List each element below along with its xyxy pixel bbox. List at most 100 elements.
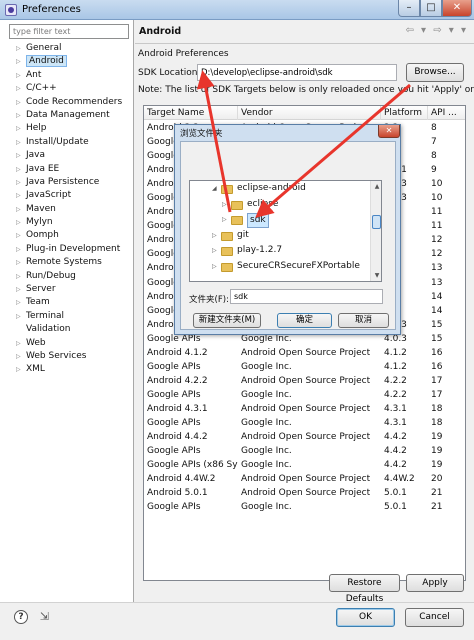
folder-expand-icon[interactable]: ◢ bbox=[212, 181, 217, 197]
help-icon[interactable]: ? bbox=[14, 610, 28, 624]
scroll-up-icon[interactable]: ▲ bbox=[371, 181, 381, 192]
folder-item[interactable]: ◢ eclipse-android bbox=[190, 181, 370, 197]
table-row[interactable]: Android 4.4W.2 Android Open Source Projec… bbox=[144, 472, 465, 486]
sidebar-item-javascript[interactable]: ▷ JavaScript bbox=[14, 189, 122, 202]
table-row[interactable]: Google APIs Google Inc. 4.3.1 18 bbox=[144, 416, 465, 430]
maximize-button[interactable]: □ bbox=[420, 0, 442, 17]
table-row[interactable]: Google APIs (x86 Sys...Google Inc. 4.4.2 1… bbox=[144, 458, 465, 472]
history-nav-icons[interactable]: ⇦ ▾ ⇨ ▾ ▾ bbox=[405, 25, 468, 36]
expand-arrow-icon[interactable]: ▷ bbox=[16, 296, 21, 309]
expand-arrow-icon[interactable]: ▷ bbox=[16, 163, 21, 176]
folder-expand-icon[interactable]: ▷ bbox=[222, 197, 227, 213]
restore-defaults-button[interactable]: Restore Defaults bbox=[329, 574, 400, 604]
sidebar-item-terminal[interactable]: ▷ Terminal bbox=[14, 310, 122, 323]
sdk-location-input[interactable] bbox=[197, 64, 397, 81]
table-row[interactable]: Google APIs Google Inc. 4.2.2 17 bbox=[144, 388, 465, 402]
minimize-button[interactable]: – bbox=[398, 0, 420, 17]
expand-arrow-icon[interactable]: ▷ bbox=[16, 69, 21, 82]
sidebar-item-mylyn[interactable]: ▷ Mylyn bbox=[14, 216, 122, 229]
expand-arrow-icon[interactable]: ▷ bbox=[16, 256, 21, 269]
close-button[interactable]: ✕ bbox=[442, 0, 472, 17]
folder-expand-icon[interactable]: ▷ bbox=[212, 243, 217, 259]
expand-arrow-icon[interactable]: ▷ bbox=[16, 122, 21, 135]
sidebar-item-help[interactable]: ▷ Help bbox=[14, 122, 122, 135]
ok-button[interactable]: OK bbox=[336, 608, 395, 627]
folder-tree[interactable]: ◢ eclipse-android ▷ eclipse ▷ sdk ▷ git ▷ play-1.… bbox=[189, 180, 382, 282]
folder-item[interactable]: ▷ sdk bbox=[190, 212, 370, 228]
column-api[interactable]: API ... bbox=[428, 106, 465, 120]
expand-arrow-icon[interactable]: ▷ bbox=[16, 82, 21, 95]
sidebar-item-server[interactable]: ▷ Server bbox=[14, 283, 122, 296]
sidebar-item-web-services[interactable]: ▷ Web Services bbox=[14, 350, 122, 363]
folder-item[interactable]: ▷ git bbox=[190, 228, 370, 244]
table-row[interactable]: Google APIs Google Inc. 4.1.2 16 bbox=[144, 360, 465, 374]
table-row[interactable]: Android 4.4.2 Android Open Source Project… bbox=[144, 430, 465, 444]
sidebar-item-team[interactable]: ▷ Team bbox=[14, 296, 122, 309]
sidebar-item-remote-systems[interactable]: ▷ Remote Systems bbox=[14, 256, 122, 269]
sidebar-item-validation[interactable]: Validation bbox=[14, 323, 122, 336]
dialog-close-button[interactable]: ✕ bbox=[378, 125, 400, 138]
sidebar-item-c-c-[interactable]: ▷ C/C++ bbox=[14, 82, 122, 95]
expand-arrow-icon[interactable]: ▷ bbox=[16, 176, 21, 189]
table-row[interactable]: Android 4.2.2 Android Open Source Project… bbox=[144, 374, 465, 388]
folder-input[interactable] bbox=[230, 289, 383, 304]
expand-arrow-icon[interactable]: ▷ bbox=[16, 363, 21, 376]
table-row[interactable]: Android 4.3.1 Android Open Source Project… bbox=[144, 402, 465, 416]
scroll-thumb[interactable] bbox=[372, 215, 381, 229]
expand-arrow-icon[interactable]: ▷ bbox=[16, 310, 21, 323]
sidebar-item-java-ee[interactable]: ▷ Java EE bbox=[14, 163, 122, 176]
sidebar-item-java-persistence[interactable]: ▷ Java Persistence bbox=[14, 176, 122, 189]
expand-arrow-icon[interactable]: ▷ bbox=[16, 216, 21, 229]
sidebar-item-xml[interactable]: ▷ XML bbox=[14, 363, 122, 376]
folder-expand-icon[interactable]: ▷ bbox=[212, 228, 217, 244]
sidebar-item-web[interactable]: ▷ Web bbox=[14, 337, 122, 350]
expand-arrow-icon[interactable]: ▷ bbox=[16, 229, 21, 242]
expand-arrow-icon[interactable]: ▷ bbox=[16, 350, 21, 363]
column-vendor[interactable]: Vendor bbox=[238, 106, 381, 120]
expand-arrow-icon[interactable]: ▷ bbox=[16, 55, 21, 68]
sidebar-item-oomph[interactable]: ▷ Oomph bbox=[14, 229, 122, 242]
expand-arrow-icon[interactable]: ▷ bbox=[16, 270, 21, 283]
folder-item[interactable]: ▷ play-1.2.7 bbox=[190, 243, 370, 259]
expand-arrow-icon[interactable]: ▷ bbox=[16, 42, 21, 55]
table-row[interactable]: Google APIs Google Inc. 4.4.2 19 bbox=[144, 444, 465, 458]
sidebar-item-plug-in-development[interactable]: ▷ Plug-in Development bbox=[14, 243, 122, 256]
sidebar-item-install-update[interactable]: ▷ Install/Update bbox=[14, 136, 122, 149]
column-target-name[interactable]: Target Name bbox=[144, 106, 238, 120]
sidebar-item-android[interactable]: ▷ Android bbox=[14, 55, 122, 68]
scroll-down-icon[interactable]: ▼ bbox=[371, 270, 381, 281]
expand-arrow-icon[interactable]: ▷ bbox=[16, 149, 21, 162]
expand-arrow-icon[interactable]: ▷ bbox=[16, 283, 21, 296]
folder-item[interactable]: ▷ SecureCRSecureFXPortable bbox=[190, 259, 370, 275]
table-row[interactable]: Android 4.1.2 Android Open Source Project… bbox=[144, 346, 465, 360]
new-folder-button[interactable]: 新建文件夹(M) bbox=[193, 313, 261, 328]
sidebar-item-ant[interactable]: ▷ Ant bbox=[14, 69, 122, 82]
cancel-button[interactable]: Cancel bbox=[405, 608, 464, 627]
folder-tree-scrollbar[interactable]: ▲ ▼ bbox=[370, 181, 381, 281]
sidebar-item-code-recommenders[interactable]: ▷ Code Recommenders bbox=[14, 96, 122, 109]
dialog-ok-button[interactable]: 确定 bbox=[277, 313, 332, 328]
folder-expand-icon[interactable]: ▷ bbox=[222, 212, 227, 228]
expand-arrow-icon[interactable]: ▷ bbox=[16, 243, 21, 256]
expand-arrow-icon[interactable]: ▷ bbox=[16, 136, 21, 149]
folder-expand-icon[interactable]: ▷ bbox=[212, 259, 217, 275]
column-platform[interactable]: Platform bbox=[381, 106, 428, 120]
expand-arrow-icon[interactable]: ▷ bbox=[16, 337, 21, 350]
sidebar-item-java[interactable]: ▷ Java bbox=[14, 149, 122, 162]
sidebar-item-maven[interactable]: ▷ Maven bbox=[14, 203, 122, 216]
dialog-cancel-button[interactable]: 取消 bbox=[338, 313, 389, 328]
expand-arrow-icon[interactable]: ▷ bbox=[16, 109, 21, 122]
import-export-icon[interactable]: ⇲ bbox=[37, 610, 52, 624]
sidebar-item-general[interactable]: ▷ General bbox=[14, 42, 122, 55]
expand-arrow-icon[interactable]: ▷ bbox=[16, 189, 21, 202]
browse-button[interactable]: Browse... bbox=[406, 63, 464, 82]
sidebar-item-data-management[interactable]: ▷ Data Management bbox=[14, 109, 122, 122]
sidebar-item-run-debug[interactable]: ▷ Run/Debug bbox=[14, 270, 122, 283]
filter-input[interactable] bbox=[9, 24, 129, 39]
table-row[interactable]: Google APIs Google Inc. 5.0.1 21 bbox=[144, 500, 465, 514]
expand-arrow-icon[interactable]: ▷ bbox=[16, 203, 21, 216]
folder-item[interactable]: ▷ eclipse bbox=[190, 197, 370, 213]
expand-arrow-icon[interactable]: ▷ bbox=[16, 96, 21, 109]
apply-button[interactable]: Apply bbox=[406, 574, 464, 592]
table-row[interactable]: Android 5.0.1 Android Open Source Project… bbox=[144, 486, 465, 500]
